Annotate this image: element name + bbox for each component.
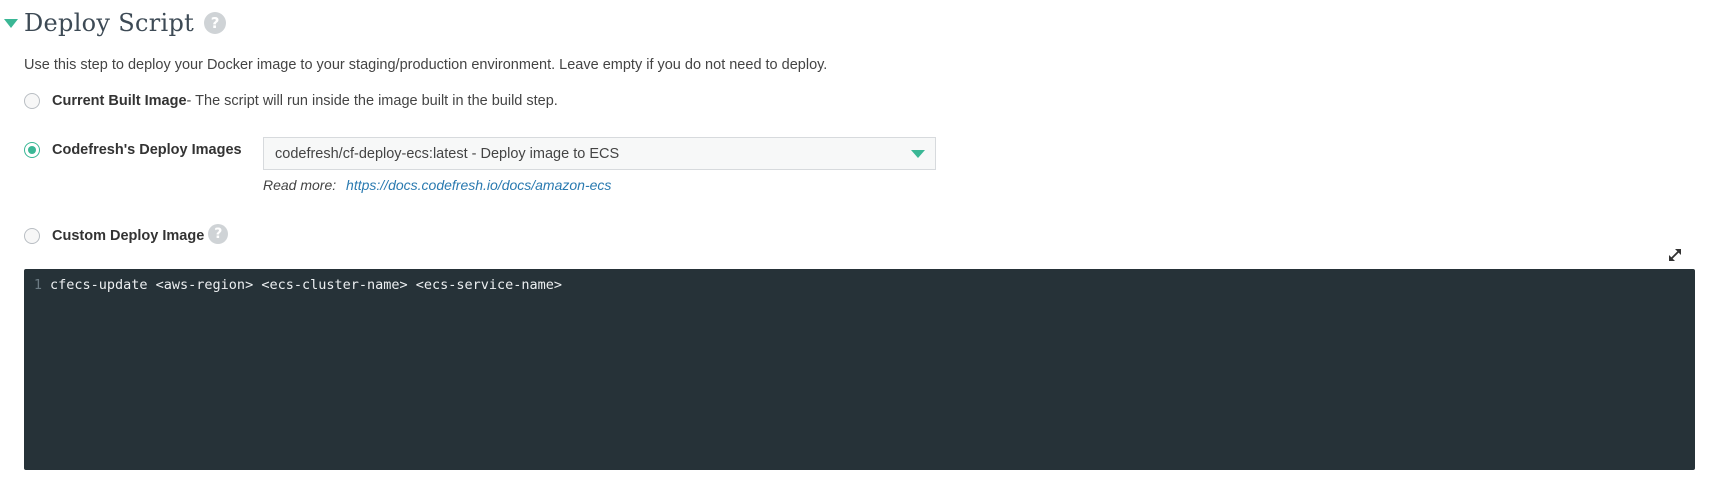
section-header: Deploy Script ? — [4, 6, 227, 40]
deploy-script-panel: Deploy Script ? Use this step to deploy … — [0, 0, 1718, 487]
read-more: Read more: https://docs.codefresh.io/doc… — [263, 177, 611, 193]
option-codefresh-deploy-images[interactable]: Codefresh's Deploy Images — [24, 142, 242, 158]
section-title: Deploy Script — [24, 9, 195, 37]
help-icon[interactable]: ? — [204, 12, 227, 34]
option-current-built-image[interactable]: Current Built Image - The script will ru… — [24, 93, 558, 109]
section-description: Use this step to deploy your Docker imag… — [24, 57, 828, 73]
codefresh-deploy-images-radio[interactable] — [24, 142, 40, 158]
custom-deploy-image-label: Custom Deploy Image — [52, 228, 205, 244]
current-built-image-radio[interactable] — [24, 93, 40, 109]
current-built-image-label: Current Built Image — [52, 93, 187, 109]
deploy-image-select-value: codefresh/cf-deploy-ecs:latest - Deploy … — [275, 145, 620, 162]
code-line: 1 cfecs-update <aws-region> <ecs-cluster… — [24, 275, 1695, 295]
help-icon[interactable]: ? — [208, 224, 229, 244]
custom-deploy-image-radio[interactable] — [24, 228, 40, 244]
code-editor[interactable]: 1 cfecs-update <aws-region> <ecs-cluster… — [24, 269, 1695, 470]
option-custom-deploy-image[interactable]: Custom Deploy Image ? — [24, 224, 229, 246]
caret-down-icon[interactable] — [4, 18, 18, 28]
read-more-label: Read more: — [263, 177, 337, 193]
current-built-image-description: - The script will run inside the image b… — [186, 93, 558, 109]
codefresh-deploy-images-label: Codefresh's Deploy Images — [52, 142, 242, 158]
code-line-text[interactable]: cfecs-update <aws-region> <ecs-cluster-n… — [50, 277, 562, 293]
deploy-image-select[interactable]: codefresh/cf-deploy-ecs:latest - Deploy … — [263, 137, 936, 170]
read-more-link[interactable]: https://docs.codefresh.io/docs/amazon-ec… — [346, 177, 611, 193]
chevron-down-icon[interactable] — [911, 149, 925, 158]
expand-icon[interactable] — [1666, 246, 1684, 264]
line-number: 1 — [33, 277, 42, 293]
